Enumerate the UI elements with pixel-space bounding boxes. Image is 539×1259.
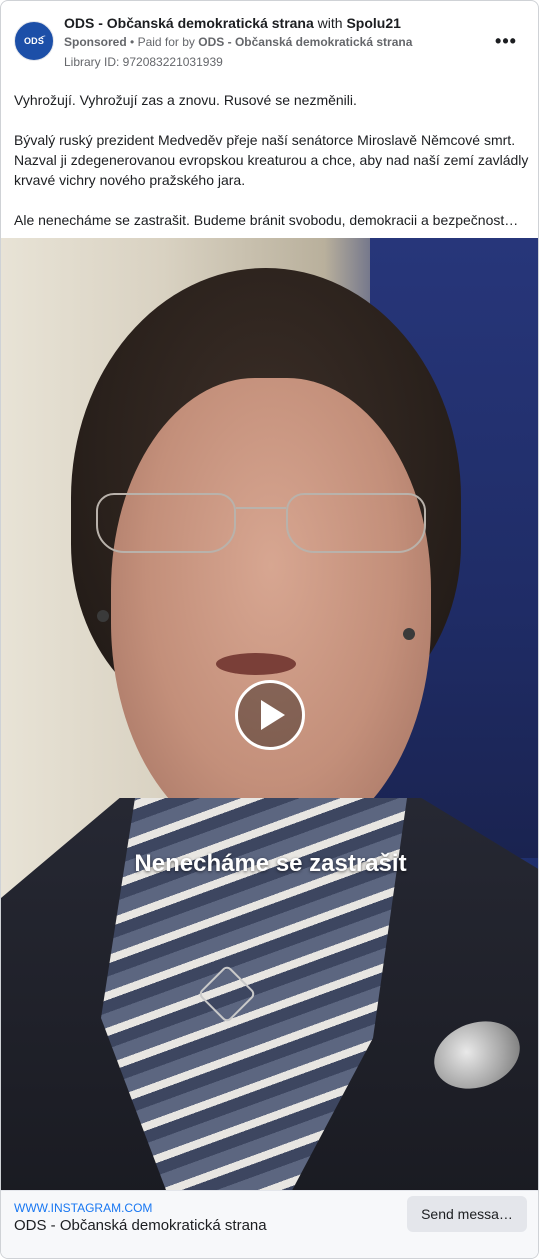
link-title[interactable]: ODS - Občanská demokratická strana [14, 1217, 267, 1234]
video-player[interactable]: Nenecháme se zastrašit [1, 238, 538, 1190]
page-name-link[interactable]: ODS - Občanská demokratická strana [64, 15, 314, 31]
link-footer[interactable]: WWW.INSTAGRAM.COM ODS - Občanská demokra… [1, 1190, 538, 1258]
with-text: with [317, 15, 343, 31]
post-line: Ale nenecháme se zastrašit. Budeme bráni… [14, 212, 519, 228]
post-line: Nazval ji zdegenerovanou evropskou kreat… [14, 152, 529, 168]
play-icon[interactable] [235, 680, 305, 750]
person-mouth [216, 653, 296, 675]
sponsored-line: Sponsored • Paid for by ODS - Občanská d… [64, 35, 412, 49]
page-avatar[interactable]: ODS [14, 21, 54, 61]
paid-for-label: Paid for by [137, 35, 195, 49]
paid-for-name: ODS - Občanská demokratická strana [198, 35, 413, 49]
post-line: Bývalý ruský prezident Medveděv přeje na… [14, 132, 516, 148]
ad-card: ODS ODS - Občanská demokratická strana w… [0, 0, 539, 1259]
person-face [111, 378, 431, 848]
more-options-icon[interactable]: ••• [494, 29, 518, 53]
post-line: krvavé vichry nového pražského jara. [14, 172, 246, 188]
send-message-button[interactable]: Send messa… [407, 1196, 527, 1232]
sponsored-label: Sponsored [64, 35, 127, 49]
earring-right [403, 628, 415, 640]
library-id: Library ID: 972083221031939 [64, 55, 223, 69]
post-line: Vyhrožují. Vyhrožují zas a znovu. Rusové… [14, 92, 357, 108]
post-text: Vyhrožují. Vyhrožují zas a znovu. Rusové… [14, 90, 529, 230]
ad-header: ODS ODS - Občanská demokratická strana w… [1, 1, 538, 79]
separator-dot: • [130, 35, 135, 49]
video-caption: Nenecháme se zastrašit [134, 850, 407, 877]
page-title: ODS - Občanská demokratická strana with … [64, 15, 401, 31]
partner-name-link[interactable]: Spolu21 [346, 15, 400, 31]
link-domain[interactable]: WWW.INSTAGRAM.COM [14, 1201, 152, 1215]
glasses [96, 493, 426, 563]
earring-left [97, 610, 109, 622]
